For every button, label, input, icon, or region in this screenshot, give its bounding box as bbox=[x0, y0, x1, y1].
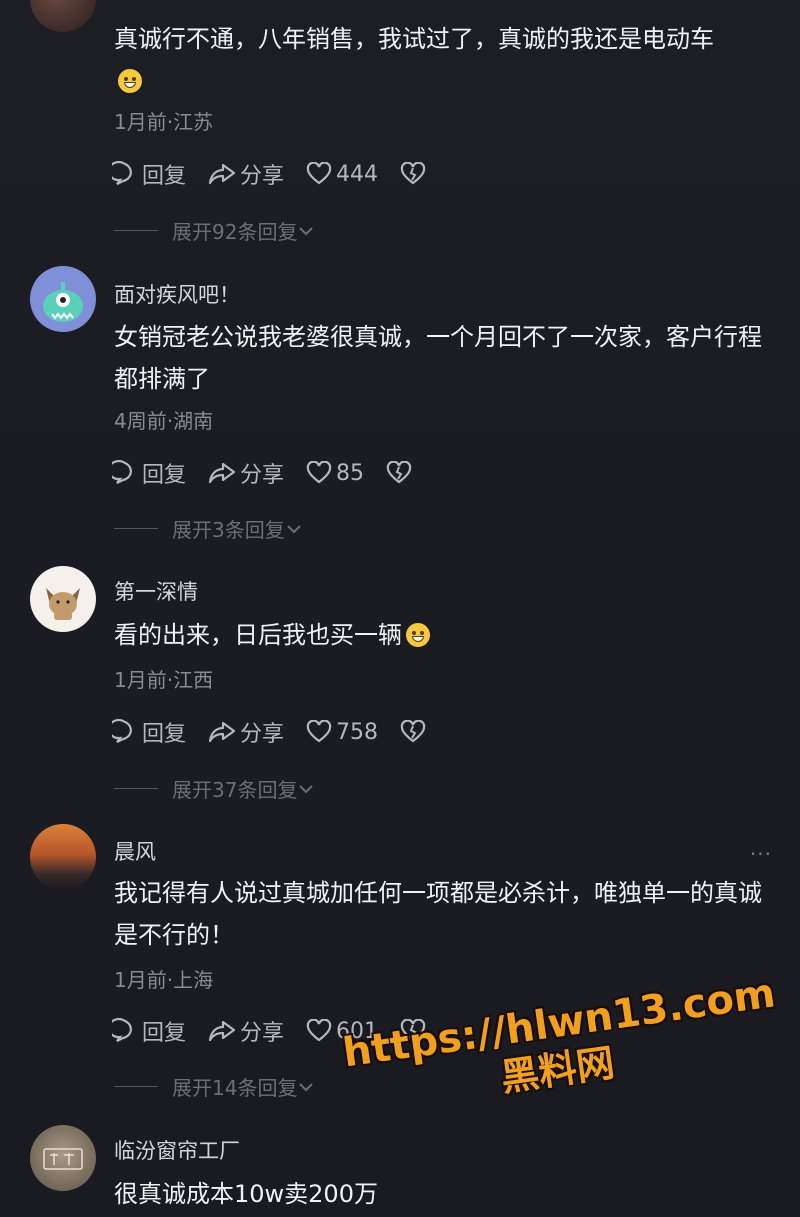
heart-icon bbox=[306, 162, 332, 185]
grimace-emoji-icon bbox=[118, 69, 142, 93]
heart-icon bbox=[306, 461, 332, 484]
avatar[interactable] bbox=[30, 266, 96, 332]
comment-actions: 回复 分享 85 bbox=[112, 457, 438, 489]
watermark: https://hlwn13.com 黑料网 bbox=[340, 970, 778, 1122]
reply-icon bbox=[112, 161, 132, 185]
comment-meta: 4周前·湖南 bbox=[114, 409, 214, 433]
like-button[interactable]: 444 bbox=[306, 162, 378, 187]
broken-heart-icon bbox=[400, 162, 426, 185]
divider bbox=[114, 230, 158, 231]
share-icon bbox=[208, 721, 236, 743]
reply-icon bbox=[112, 719, 132, 743]
comment-meta: 1月前·上海 bbox=[114, 968, 214, 992]
avatar[interactable] bbox=[30, 1125, 96, 1191]
expand-replies-button[interactable]: 展开92条回复 bbox=[114, 216, 315, 245]
share-icon bbox=[208, 1020, 236, 1042]
comment-actions: 回复 分享 444 bbox=[112, 158, 452, 190]
chevron-down-icon bbox=[299, 784, 314, 793]
divider bbox=[114, 528, 158, 529]
comment-actions: 回复 分享 758 bbox=[112, 716, 452, 748]
comment-text: 女销冠老公说我老婆很真诚，一个月回不了一次家，客户行程都排满了 bbox=[114, 323, 762, 393]
username[interactable]: 面对疾风吧！ bbox=[114, 279, 240, 309]
share-icon bbox=[208, 462, 236, 484]
comment-text: 我记得有人说过真城加任何一项都是必杀计，唯独单一的真诚是不行的！ bbox=[114, 879, 762, 949]
like-button[interactable]: 758 bbox=[306, 720, 378, 745]
like-button[interactable]: 85 bbox=[306, 461, 364, 486]
broken-heart-icon bbox=[400, 720, 426, 743]
cartoon-dog-avatar-icon bbox=[46, 588, 80, 620]
broken-heart-icon bbox=[386, 461, 412, 484]
more-options-icon[interactable]: ··· bbox=[750, 842, 772, 866]
chevron-down-icon bbox=[287, 524, 301, 533]
username[interactable]: 第一深情 bbox=[114, 576, 198, 606]
comment-meta: 1月前·江西 bbox=[114, 668, 214, 692]
dislike-button[interactable] bbox=[386, 461, 416, 485]
grin-emoji-icon bbox=[406, 623, 430, 647]
comment-text: 真诚行不通，八年销售，我试过了，真诚的我还是电动车 bbox=[114, 18, 774, 102]
share-icon bbox=[208, 163, 236, 185]
reply-icon bbox=[112, 1018, 132, 1042]
expand-replies-button[interactable]: 展开3条回复 bbox=[114, 514, 303, 543]
expand-replies-button[interactable]: 展开37条回复 bbox=[114, 774, 315, 803]
divider bbox=[114, 1086, 158, 1087]
alien-avatar-icon bbox=[43, 282, 83, 322]
comment-meta: 1月前·江苏 bbox=[114, 110, 214, 134]
username[interactable]: 晨风 bbox=[114, 836, 156, 866]
share-button[interactable]: 分享 bbox=[208, 1015, 284, 1047]
avatar[interactable] bbox=[30, 0, 96, 32]
share-button[interactable]: 分享 bbox=[208, 716, 284, 748]
avatar[interactable] bbox=[30, 824, 96, 890]
dislike-button[interactable] bbox=[400, 162, 430, 186]
username[interactable]: 临汾窗帘工厂 bbox=[114, 1135, 240, 1165]
reply-icon bbox=[112, 460, 132, 484]
shop-sign-avatar-icon bbox=[43, 1148, 83, 1170]
comment-text: 很真诚成本10w卖200万 bbox=[114, 1180, 378, 1208]
divider bbox=[114, 788, 158, 789]
share-button[interactable]: 分享 bbox=[208, 457, 284, 489]
chevron-down-icon bbox=[299, 226, 314, 235]
expand-replies-button[interactable]: 展开14条回复 bbox=[114, 1072, 315, 1101]
chevron-down-icon bbox=[299, 1082, 314, 1091]
share-button[interactable]: 分享 bbox=[208, 158, 284, 190]
heart-icon bbox=[306, 1019, 332, 1042]
heart-icon bbox=[306, 720, 332, 743]
reply-button[interactable]: 回复 bbox=[112, 158, 186, 190]
avatar[interactable] bbox=[30, 566, 96, 632]
reply-button[interactable]: 回复 bbox=[112, 716, 186, 748]
reply-button[interactable]: 回复 bbox=[112, 457, 186, 489]
dislike-button[interactable] bbox=[400, 720, 430, 744]
comment-text: 看的出来，日后我也买一辆 bbox=[114, 614, 774, 656]
reply-button[interactable]: 回复 bbox=[112, 1015, 186, 1047]
